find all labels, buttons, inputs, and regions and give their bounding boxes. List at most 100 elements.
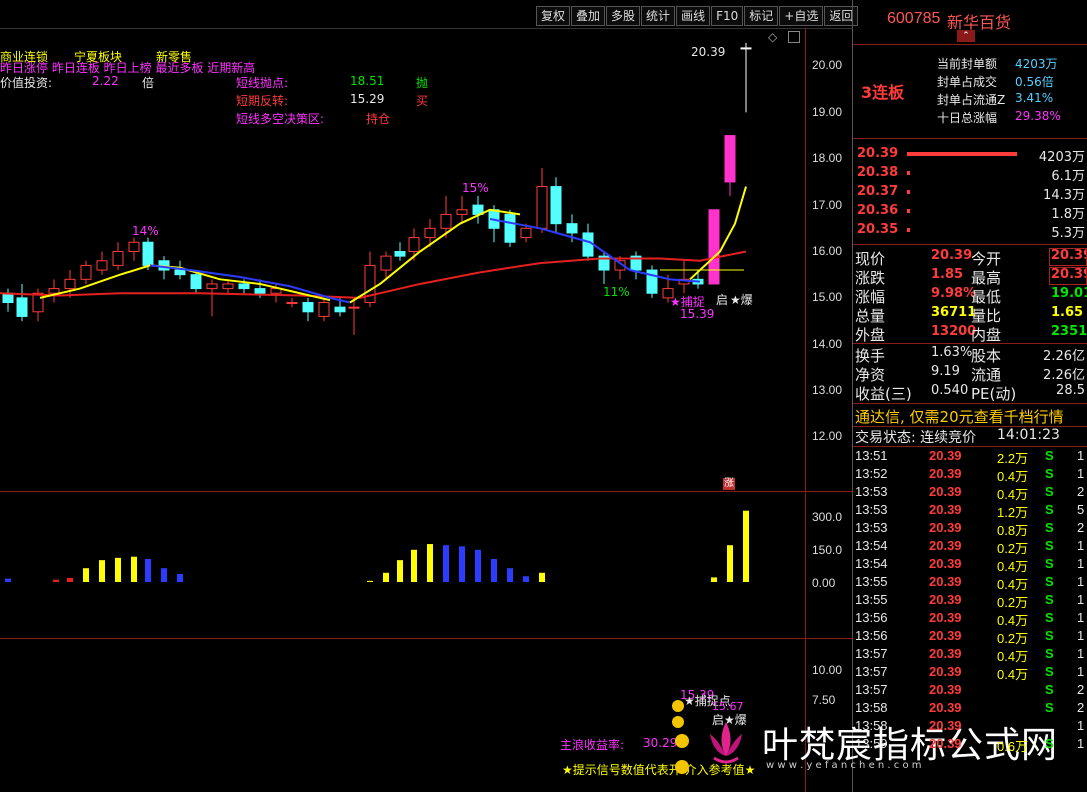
- collapse-icon[interactable]: ⌃: [957, 30, 975, 42]
- tick-row: 13:56 20.39 0.4万 S 1: [853, 610, 1087, 628]
- candle-body: [504, 213, 516, 243]
- tick-count: 1: [1077, 448, 1085, 463]
- stat-label: PE(动): [971, 385, 1017, 403]
- tick-time: 13:51: [855, 448, 888, 463]
- quote-label: 外盘: [855, 326, 886, 344]
- volume-bar: [367, 580, 373, 582]
- quote-value: 9.98%: [931, 286, 977, 301]
- tick-side: S: [1045, 466, 1054, 481]
- tick-price: 20.39: [929, 592, 962, 607]
- tick-row: 13:52 20.39 0.4万 S 1: [853, 466, 1087, 484]
- tick-price: 20.39: [929, 574, 962, 589]
- bid-volume: 1.8万: [1051, 207, 1085, 222]
- tick-row: 13:53 20.39 0.8万 S 2: [853, 520, 1087, 538]
- tick-side: S: [1045, 502, 1054, 517]
- candle-body: [48, 288, 60, 294]
- seal-value: 29.38%: [1015, 109, 1061, 123]
- candle-body: [64, 278, 76, 290]
- quote-value: 20.39: [931, 248, 973, 263]
- seal-label: 封单占成交: [937, 75, 998, 89]
- tick-row: 13:54 20.39 0.2万 S 1: [853, 538, 1087, 556]
- tick-row: 13:55 20.39 0.4万 S 1: [853, 574, 1087, 592]
- candle-body: [424, 227, 436, 239]
- income-label: 主浪收益率:: [560, 738, 625, 752]
- volume-bar: [743, 510, 749, 582]
- tick-price: 20.39: [929, 466, 962, 481]
- tick-volume: 0.4万: [997, 577, 1029, 592]
- moneybag-icon: [672, 716, 684, 728]
- bid-volume-bar: [907, 190, 911, 194]
- candle-body: [16, 297, 28, 317]
- divider: [853, 343, 1087, 344]
- bao-label: ★爆: [730, 293, 753, 307]
- tick-volume: 0.2万: [997, 631, 1029, 646]
- tick-price: 20.39: [929, 538, 962, 553]
- candle-body: [520, 227, 532, 239]
- candle-body: [96, 260, 108, 271]
- stat-label: 收益(三): [855, 385, 912, 403]
- axis-tick-label: 19.00: [812, 105, 843, 119]
- tick-count: 2: [1077, 682, 1085, 697]
- axis-tick-label: 0.00: [812, 576, 836, 590]
- trade-time: 14:01:23: [997, 427, 1060, 443]
- candle-body: [286, 302, 298, 305]
- axis-tick-label: 7.50: [812, 693, 836, 707]
- gain-label-2: 15%: [462, 181, 489, 195]
- tick-row: 13:58 20.39 1: [853, 718, 1087, 736]
- tick-side: S: [1045, 628, 1054, 643]
- tick-time: 13:57: [855, 682, 888, 697]
- candle-body: [440, 213, 452, 229]
- candle-body: [318, 302, 330, 317]
- promo-bar[interactable]: 通达信, 仅需20元查看千档行情: [853, 403, 1087, 427]
- axis-tick-label: 300.0: [812, 510, 843, 524]
- tick-side: S: [1045, 538, 1054, 553]
- tick-time: 13:57: [855, 664, 888, 679]
- tick-row: 13:53 20.39 0.4万 S 2: [853, 484, 1087, 502]
- gain-label-3: 11%: [603, 285, 630, 299]
- seal-box: 3连板 当前封单额 4203万 封单占成交 0.56倍 封单占流通Z 3.41% 十日总涨幅…: [853, 45, 1087, 139]
- promo-text[interactable]: 通达信, 仅需20元查看千档行情: [855, 406, 1064, 427]
- seal-value: 0.56倍: [1015, 75, 1054, 89]
- bid-volume: 14.3万: [1043, 188, 1085, 203]
- quote-label: 涨幅: [855, 288, 886, 306]
- bid-price: 20.35: [857, 222, 899, 237]
- tick-count: 1: [1077, 736, 1085, 751]
- stat-value: 2.26亿: [1043, 368, 1085, 383]
- kline-chart[interactable]: [0, 0, 805, 792]
- tick-row: 13:55 20.39 0.2万 S 1: [853, 592, 1087, 610]
- candle-body: [190, 274, 202, 290]
- peak-price-label: 20.39: [691, 45, 726, 59]
- volume-bar: [115, 557, 121, 582]
- tick-count: 1: [1077, 466, 1085, 481]
- tick-price: 20.39: [929, 484, 962, 499]
- quote-label: 涨跌: [855, 269, 886, 287]
- stat-label: 换手: [855, 347, 886, 365]
- axis-tick-label: 18.00: [812, 151, 843, 165]
- tick-time: 13:57: [855, 646, 888, 661]
- tick-side: S: [1045, 592, 1054, 607]
- candle-body: [32, 292, 44, 313]
- bid-volume: 6.1万: [1051, 169, 1085, 184]
- tick-volume: 0.4万: [997, 559, 1029, 574]
- qi-label: 启: [716, 293, 729, 307]
- volume-bar: [475, 549, 481, 582]
- tick-count: 1: [1077, 628, 1085, 643]
- candle-body: [302, 302, 314, 313]
- tick-volume: 1.2万: [997, 505, 1029, 520]
- volume-bar: [491, 559, 497, 582]
- stat-label: 净资: [855, 366, 886, 384]
- tick-row: 13:57 20.39 S 2: [853, 682, 1087, 700]
- tick-side: S: [1045, 484, 1054, 499]
- limit-up-tag: 涨: [723, 478, 735, 490]
- tick-time: 13:58: [855, 700, 888, 715]
- tick-count: 1: [1077, 664, 1085, 679]
- tick-count: 1: [1077, 646, 1085, 661]
- candle-body: [536, 186, 548, 229]
- tick-volume: 0.8万: [997, 523, 1029, 538]
- tick-side: S: [1045, 646, 1054, 661]
- tick-count: 1: [1077, 718, 1085, 733]
- axis-tick-label: 15.00: [812, 290, 843, 304]
- divider: [853, 446, 1087, 447]
- tick-count: 1: [1077, 538, 1085, 553]
- volume-bar: [383, 572, 389, 582]
